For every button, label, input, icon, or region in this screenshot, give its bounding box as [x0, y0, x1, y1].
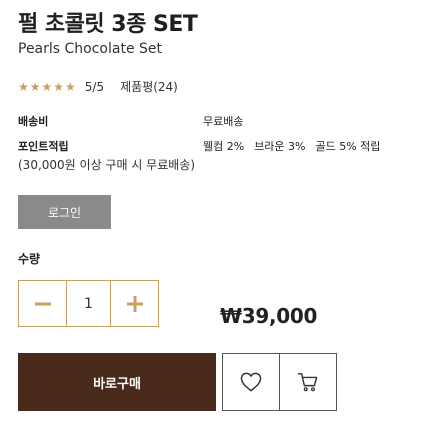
quantity-increase-button[interactable] — [111, 281, 158, 326]
product-title: 펄 초콜릿 3종 SET — [18, 12, 198, 37]
points-tier-brown: 브라운 3% — [254, 140, 306, 153]
shipping-value: 무료배송 — [203, 115, 244, 128]
cart-icon — [297, 373, 318, 392]
buy-now-button[interactable]: 바로구매 — [18, 353, 216, 411]
quantity-stepper: 1 — [18, 280, 159, 327]
minus-icon — [34, 302, 51, 305]
quantity-input[interactable]: 1 — [66, 281, 111, 326]
review-count-link[interactable]: 제품평(24) — [120, 78, 178, 95]
shipping-note: (30,000원 이상 구매 시 무료배송) — [18, 158, 196, 172]
quantity-label: 수량 — [18, 252, 41, 266]
rating-score: 5/5 — [84, 79, 105, 94]
quantity-decrease-button[interactable] — [19, 281, 66, 326]
rating-stars-icon: ★★★★★ — [18, 79, 77, 94]
points-tiers: 웰컴 2% 브라운 3% 골드 5% 적립 — [203, 138, 380, 154]
heart-icon — [240, 372, 262, 392]
plus-icon — [126, 295, 143, 312]
product-subtitle: Pearls Chocolate Set — [18, 41, 163, 57]
points-label: 포인트적립 — [18, 140, 69, 153]
product-price: ₩39,000 — [220, 304, 318, 328]
rating-row: ★★★★★ 5/5 제품평(24) — [18, 78, 178, 95]
points-tier-gold: 골드 5% 적립 — [315, 140, 381, 153]
shipping-label: 배송비 — [18, 115, 49, 128]
login-button[interactable]: 로그인 — [18, 195, 111, 229]
wishlist-button[interactable] — [222, 353, 280, 411]
add-to-cart-button[interactable] — [279, 353, 337, 411]
points-tier-welcome: 웰컴 2% — [203, 140, 245, 153]
